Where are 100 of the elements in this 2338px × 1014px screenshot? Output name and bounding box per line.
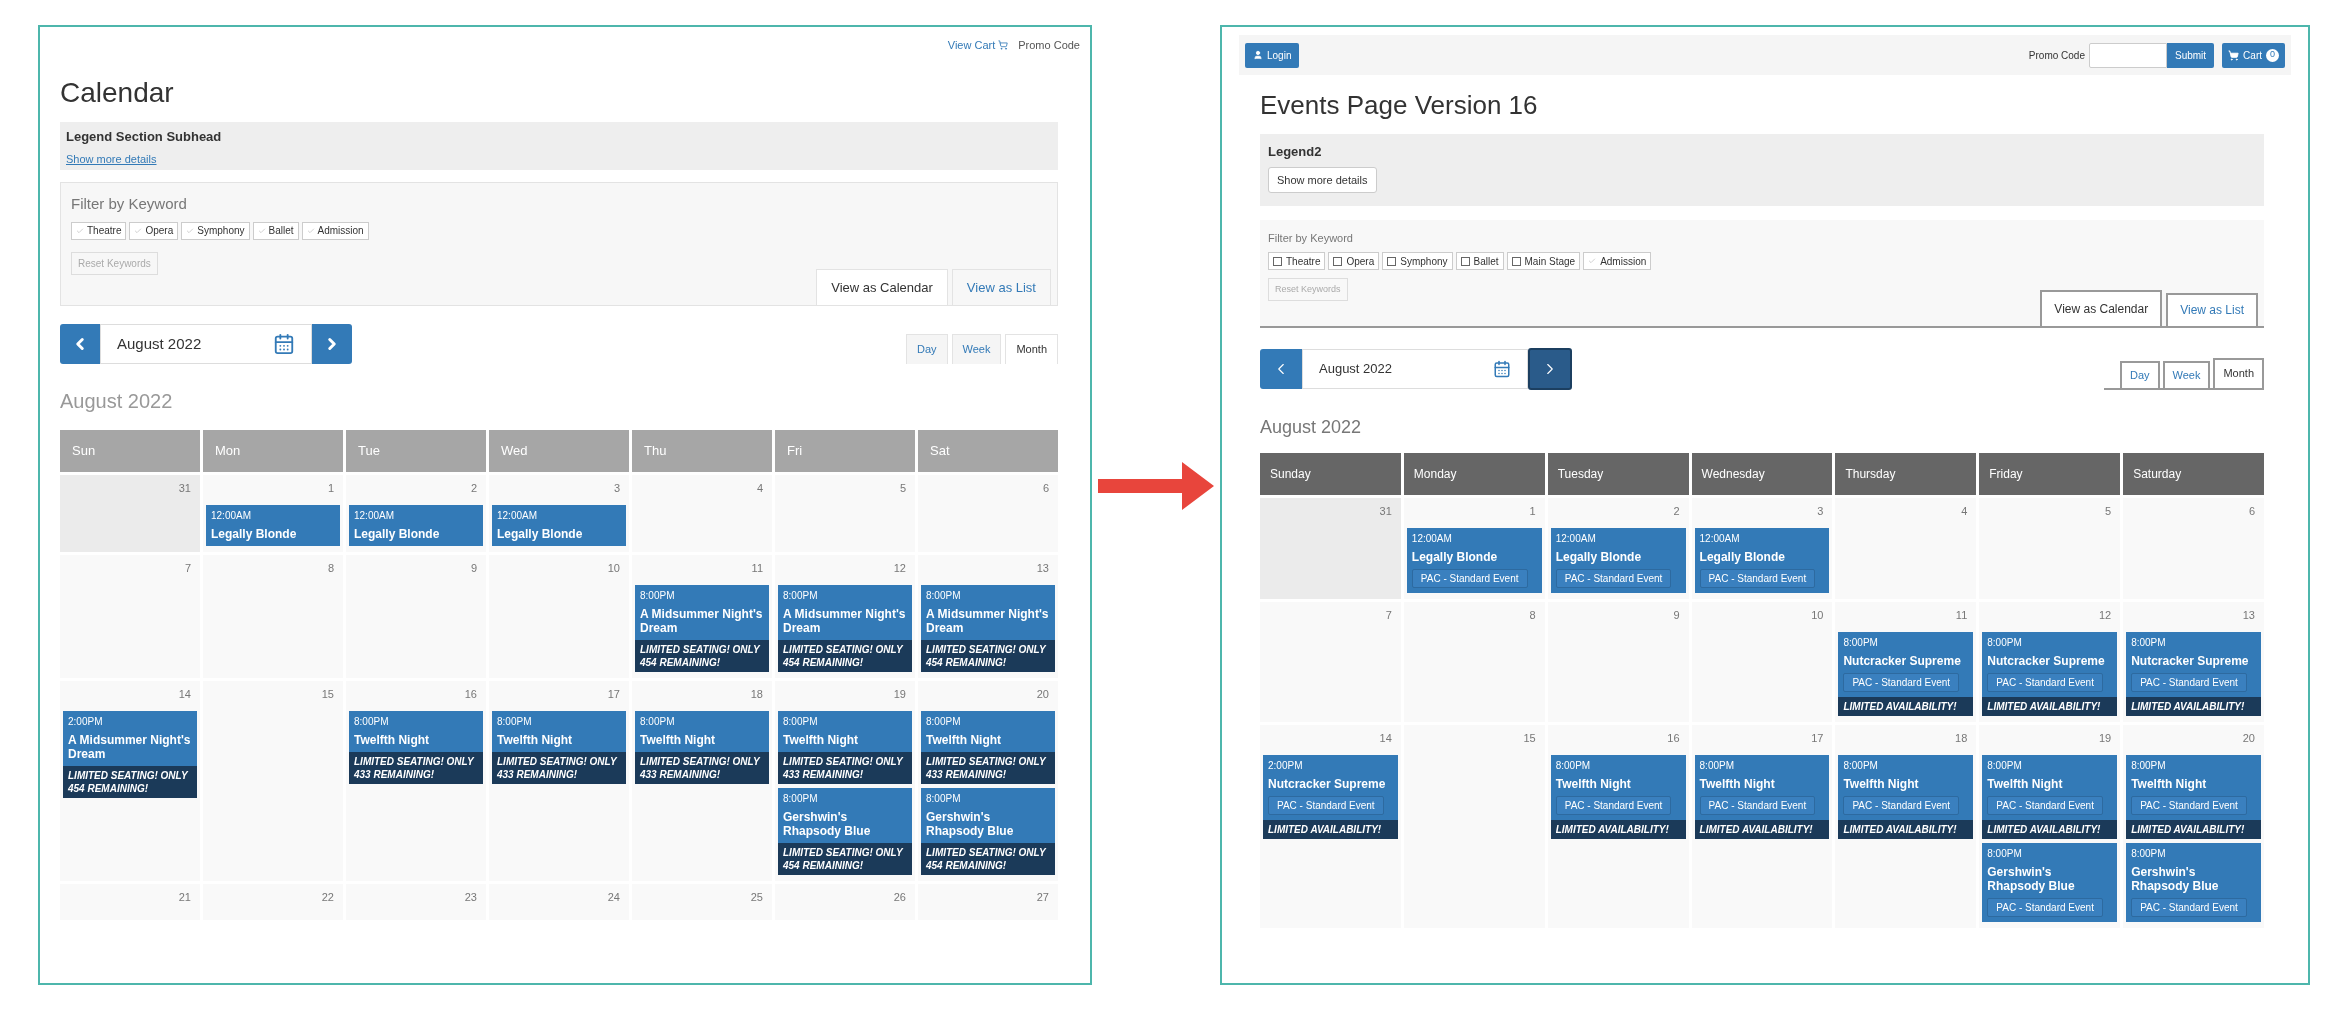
page-title: Events Page Version 16 (1260, 89, 1539, 122)
event-card[interactable]: 8:00PM Gershwin's Rhapsody Blue LIMITED SEATING! ONLY 454 REMAINING! (778, 788, 912, 875)
event-time: 8:00PM (926, 792, 961, 806)
event-card[interactable]: 8:00PM Gershwin's Rhapsody Blue PAC - Standard Event (2126, 842, 2261, 922)
event-title: A Midsummer Night's Dream (68, 733, 192, 761)
event-card[interactable]: 8:00PM Twelfth Night PAC - Standard Event LIMITED AVAILABILITY! (1982, 754, 2118, 839)
event-card[interactable]: 8:00PM Twelfth Night LIMITED SEATING! ONLY 433 REMAINING! (778, 711, 912, 784)
promo-code-field[interactable] (2088, 42, 2167, 68)
arrow-icon (1098, 462, 1214, 510)
event-card[interactable]: 8:00PM A Midsummer Night's Dream LIMITED SEATING! ONLY 454 REMAINING! (778, 585, 912, 672)
keyword-filter[interactable]: Symphony (1382, 252, 1453, 270)
day-number: 12 (2098, 609, 2112, 623)
check-icon (1588, 257, 1597, 265)
event-card[interactable]: 8:00PM Twelfth Night PAC - Standard Event LIMITED AVAILABILITY! (2126, 754, 2261, 839)
event-card[interactable]: 8:00PM Nutcracker Supreme PAC - Standard Event LIMITED AVAILABILITY! (2126, 631, 2261, 716)
check-icon (306, 226, 315, 235)
cart-count-badge: 0 (2266, 48, 2279, 62)
day-number: 17 (1811, 732, 1824, 746)
event-card[interactable]: 8:00PM Gershwin's Rhapsody Blue PAC - Standard Event (1982, 842, 2118, 922)
event-card[interactable]: 8:00PM Twelfth Night PAC - Standard Event LIMITED AVAILABILITY! (1694, 754, 1830, 839)
range-tab[interactable]: Day (905, 334, 948, 364)
event-card[interactable]: 8:00PM Twelfth Night LIMITED SEATING! ONLY 433 REMAINING! (349, 711, 483, 784)
day-number: 11 (1955, 609, 1968, 623)
event-card[interactable]: 12:00AM Legally Blonde PAC - Standard Event (1694, 527, 1830, 593)
checkbox-icon (1273, 256, 1282, 266)
promo-code-link[interactable]: Promo Code (1018, 36, 1080, 54)
view-tab[interactable]: View as Calendar (2040, 289, 2163, 326)
page-title: Calendar (60, 76, 175, 110)
range-tab[interactable]: Month (2213, 357, 2264, 388)
event-title: Twelfth Night (783, 733, 859, 747)
day-number: 8 (1529, 609, 1536, 623)
month-field[interactable]: August 2022 (1302, 348, 1528, 389)
calendar-icon[interactable] (1493, 359, 1511, 378)
previous-month-button[interactable] (60, 324, 100, 364)
previous-month-button[interactable] (1260, 348, 1302, 389)
cart-button[interactable]: Cart 0 (2222, 42, 2285, 68)
event-card[interactable]: 8:00PM Nutcracker Supreme PAC - Standard Event LIMITED AVAILABILITY! (1838, 631, 1974, 716)
event-card[interactable]: 8:00PM Nutcracker Supreme PAC - Standard Event LIMITED AVAILABILITY! (1982, 631, 2118, 716)
event-card[interactable]: 12:00AM Legally Blonde (349, 505, 483, 546)
cart-icon (998, 40, 1009, 50)
event-card[interactable]: 8:00PM Gershwin's Rhapsody Blue LIMITED SEATING! ONLY 454 REMAINING! (921, 788, 1055, 875)
show-details-button[interactable]: Show more details (1268, 167, 1377, 193)
event-title: A Midsummer Night's Dream (783, 607, 907, 635)
login-button[interactable]: Login (1245, 42, 1300, 68)
day-number: 6 (2248, 505, 2255, 519)
range-tab[interactable]: Week (951, 334, 1002, 364)
event-time: 12:00AM (497, 509, 538, 523)
view-cart-link[interactable]: View Cart (947, 36, 1009, 54)
event-card[interactable]: 8:00PM Twelfth Night LIMITED SEATING! ONLY 433 REMAINING! (492, 711, 626, 784)
event-time: 12:00AM (1411, 531, 1452, 546)
availability-note: LIMITED AVAILABILITY! (1263, 819, 1398, 839)
availability-note: LIMITED SEATING! ONLY 454 REMAINING! (921, 640, 1055, 672)
keyword-filter[interactable]: Theatre (71, 221, 127, 240)
day-number: 21 (178, 892, 191, 905)
event-card[interactable]: 12:00AM Legally Blonde PAC - Standard Event (1406, 527, 1542, 593)
event-card[interactable]: 2:00PM A Midsummer Night's Dream LIMITED SEATING! ONLY 454 REMAINING! (63, 711, 197, 798)
event-tag: PAC - Standard Event (1555, 568, 1672, 588)
keyword-filter[interactable]: Ballet (252, 221, 299, 240)
show-details-button[interactable]: Show more details (66, 150, 157, 167)
day-number: 31 (1379, 505, 1392, 519)
day-number: 16 (1667, 732, 1680, 746)
event-card[interactable]: 2:00PM Nutcracker Supreme PAC - Standard Event LIMITED AVAILABILITY! (1263, 754, 1398, 839)
event-card[interactable]: 12:00AM Legally Blonde PAC - Standard Event (1550, 527, 1686, 593)
view-tab[interactable]: View as Calendar (816, 269, 948, 305)
range-tab[interactable]: Month (1005, 334, 1058, 364)
keyword-filter[interactable]: Main Stage (1506, 252, 1581, 270)
event-card[interactable]: 8:00PM Twelfth Night LIMITED SEATING! ONLY 433 REMAINING! (921, 711, 1055, 784)
view-tab[interactable]: View as List (2166, 292, 2258, 326)
keyword-filter[interactable]: Ballet (1455, 252, 1504, 270)
event-title: Twelfth Night (1699, 776, 1775, 791)
keyword-filter[interactable]: Admission (301, 221, 369, 240)
event-time: 8:00PM (783, 792, 818, 806)
keyword-filter[interactable]: Opera (1328, 252, 1380, 270)
event-time: 2:00PM (1268, 758, 1303, 773)
view-tab[interactable]: View as List (951, 269, 1051, 305)
event-title: Nutcracker Supreme (1987, 653, 2105, 668)
month-field[interactable]: August 2022 (100, 324, 312, 364)
event-card[interactable]: 8:00PM Twelfth Night LIMITED SEATING! ONLY 433 REMAINING! (635, 711, 769, 784)
event-time: 8:00PM (1843, 758, 1878, 773)
range-tab[interactable]: Day (2119, 360, 2160, 388)
check-icon (134, 226, 143, 235)
submit-button[interactable]: Submit (2166, 42, 2215, 68)
range-tab[interactable]: Week (2162, 360, 2211, 388)
next-month-button[interactable] (1528, 347, 1572, 390)
event-tag: PAC - Standard Event (1843, 795, 1960, 815)
event-card[interactable]: 8:00PM Twelfth Night PAC - Standard Event LIMITED AVAILABILITY! (1838, 754, 1974, 839)
day-number: 9 (1673, 609, 1680, 623)
keyword-filter[interactable]: Theatre (1268, 252, 1326, 270)
user-icon (1253, 50, 1263, 60)
event-card[interactable]: 8:00PM A Midsummer Night's Dream LIMITED SEATING! ONLY 454 REMAINING! (635, 585, 769, 672)
keyword-filter[interactable]: Opera (129, 221, 179, 240)
calendar-icon[interactable] (273, 333, 295, 355)
keyword-filter[interactable]: Symphony (181, 221, 250, 240)
event-card[interactable]: 8:00PM Twelfth Night PAC - Standard Event LIMITED AVAILABILITY! (1550, 754, 1686, 839)
keyword-filter[interactable]: Admission (1583, 252, 1652, 270)
day-number: 17 (607, 689, 620, 702)
day-number: 3 (1817, 505, 1824, 519)
event-card[interactable]: 8:00PM A Midsummer Night's Dream LIMITED SEATING! ONLY 454 REMAINING! (921, 585, 1055, 672)
event-card[interactable]: 12:00AM Legally Blonde (206, 505, 340, 546)
event-card[interactable]: 12:00AM Legally Blonde (492, 505, 626, 546)
